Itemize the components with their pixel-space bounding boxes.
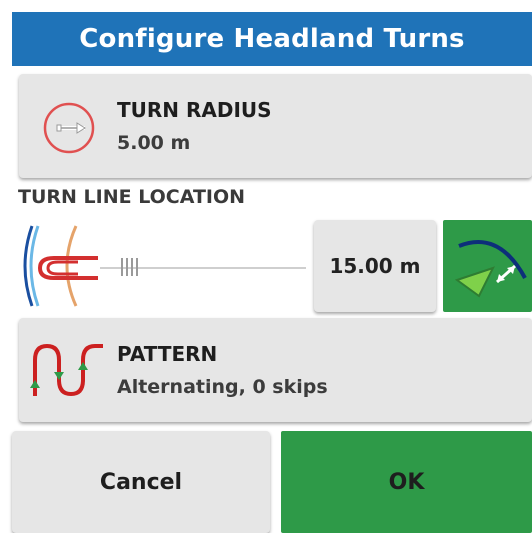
cancel-label: Cancel: [99, 469, 183, 495]
turn-radius-label: TURN RADIUS: [117, 98, 272, 122]
turn-line-direction-button[interactable]: [443, 220, 532, 312]
pattern-value: Alternating, 0 skips: [117, 376, 328, 398]
alternating-pattern-icon: [30, 343, 103, 397]
turn-line-direction-toggle-icon: [454, 240, 527, 298]
turn-line-slider[interactable]: [100, 258, 306, 276]
dialog-title-bar: Configure Headland Turns: [12, 12, 532, 66]
pattern-button[interactable]: PATTERN Alternating, 0 skips: [19, 318, 532, 422]
turn-radius-value: 5.00 m: [117, 132, 191, 154]
cancel-button[interactable]: Cancel: [12, 431, 270, 533]
turn-radius-circle-icon: [43, 102, 95, 154]
turn-line-distance-value: 15.00 m: [329, 254, 421, 278]
turn-line-location-heading: TURN LINE LOCATION: [18, 186, 246, 208]
ok-label: OK: [388, 469, 425, 495]
ok-button[interactable]: OK: [281, 431, 532, 533]
slider-thumb[interactable]: [120, 256, 142, 278]
dialog-title: Configure Headland Turns: [79, 24, 465, 54]
turn-line-distance-button[interactable]: 15.00 m: [314, 220, 436, 312]
pattern-label: PATTERN: [117, 342, 218, 366]
turn-line-location-icon: [23, 225, 98, 307]
turn-radius-button[interactable]: TURN RADIUS 5.00 m: [19, 74, 532, 178]
